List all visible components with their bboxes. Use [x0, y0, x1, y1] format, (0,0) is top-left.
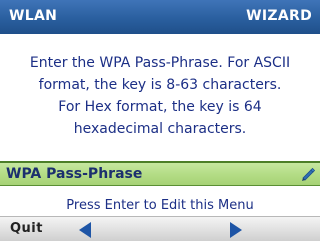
instructions-line: format, the key is 8-63 characters.	[38, 77, 282, 93]
instructions-line: hexadecimal characters.	[73, 121, 247, 137]
hint-text: Press Enter to Edit this Menu	[66, 198, 254, 213]
pencil-edit-icon[interactable]	[300, 166, 317, 183]
arrow-left-icon[interactable]	[79, 222, 91, 238]
menu-item-wpa-passphrase[interactable]: WPA Pass-Phrase	[0, 161, 320, 186]
title-wizard: WIZARD	[246, 8, 312, 24]
title-bar: WLAN WIZARD	[0, 0, 320, 34]
quit-softkey[interactable]: Quit	[10, 221, 43, 236]
menu-item-label: WPA Pass-Phrase	[6, 166, 143, 182]
arrow-right-icon[interactable]	[230, 222, 242, 238]
instructions-text: Enter the WPA Pass-Phrase. For ASCII for…	[10, 52, 310, 140]
title-wlan: WLAN	[9, 8, 58, 24]
instructions-line: For Hex format, the key is 64	[58, 99, 262, 115]
instructions-line: Enter the WPA Pass-Phrase. For ASCII	[29, 55, 291, 71]
softkey-bar: Quit	[0, 216, 320, 241]
